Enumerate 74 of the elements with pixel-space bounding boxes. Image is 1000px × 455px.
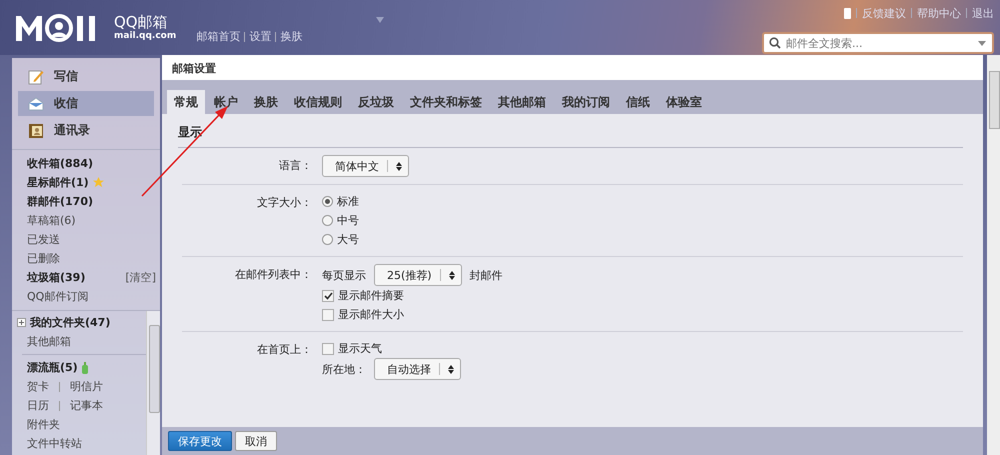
folder-link[interactable]: QQ邮件订阅 [27,289,88,304]
notepad-pencil-icon [28,68,44,84]
dropdown-select[interactable]: 25(推荐) [374,264,462,286]
save-button[interactable]: 保存更改 [168,431,232,451]
folder-link[interactable]: 星标邮件(1) [27,175,89,190]
updown-icon [448,364,454,374]
setting-label: 在邮件列表中： [234,267,313,283]
cancel-button[interactable]: 取消 [235,431,277,451]
setting-label: 语言： [278,158,313,174]
envelope-icon [28,96,44,110]
section-heading: 显示 [178,114,963,148]
folder-link[interactable]: 群邮件(170) [27,194,94,209]
scrollbar[interactable] [987,55,1000,455]
app-link[interactable]: 附件夹 [27,417,60,432]
settings-tab[interactable]: 文件夹和标签 [403,90,489,114]
settings-tab[interactable]: 信纸 [619,90,657,114]
app-link[interactable]: 文件中转站 [27,436,82,451]
nav-link[interactable]: 设置 [249,29,272,44]
app-link[interactable]: 明信片 [70,379,103,394]
settings-tab[interactable]: 换肤 [247,90,285,114]
nav-link[interactable]: 邮箱首页 [196,29,240,44]
setting-text: 封邮件 [470,268,503,282]
phone-icon[interactable] [844,8,851,18]
dropdown-select[interactable]: 简体中文 [322,155,409,177]
search-field[interactable]: 邮件全文搜索... [762,32,994,54]
settings-tab[interactable]: 体验室 [659,90,709,114]
bottle-icon [82,362,88,374]
settings-tab[interactable]: 其他邮箱 [491,90,553,114]
panel-title: 邮箱设置 [162,55,983,80]
setting-text: 每页显示 [322,268,366,282]
settings-tab[interactable]: 我的订阅 [555,90,617,114]
folder-link[interactable]: 其他邮箱 [27,334,71,349]
settings-tab[interactable]: 常规 [167,90,205,114]
nav-link[interactable]: 换肤 [280,29,302,44]
sidebar-action[interactable]: 写信 [18,64,154,89]
folder-link[interactable]: 我的文件夹(47) [30,315,110,330]
settings-tab[interactable]: 反垃圾 [351,90,401,114]
caret-icon[interactable] [376,17,384,23]
app-link[interactable]: 贺卡 [27,379,49,394]
scrollbar[interactable] [146,311,160,455]
dropdown-icon[interactable] [978,41,986,46]
folder-link[interactable]: 垃圾箱(39) [27,270,86,285]
radio-option[interactable]: 标准 [322,194,359,209]
dropdown-select[interactable]: 自动选择 [374,358,461,380]
app-link[interactable]: 记事本 [70,398,103,413]
setting-label: 在首页上： [256,342,313,358]
logo-title: QQ邮箱 [114,14,169,31]
top-link[interactable]: 退出 [972,6,994,20]
search-icon [769,37,781,49]
settings-tab[interactable]: 收信规则 [287,90,349,114]
logo-domain: mail.qq.com [114,31,176,41]
setting-text: 所在地： [322,362,366,376]
star-icon [92,177,104,188]
folder-link[interactable]: 已删除 [27,251,60,266]
expand-icon[interactable] [17,318,26,327]
folder-link[interactable]: 收件箱(884) [27,156,94,171]
checkbox-option[interactable]: 显示天气 [322,341,382,356]
radio-option[interactable]: 大号 [322,232,359,247]
sidebar-action[interactable]: 收信 [18,91,154,116]
folder-link[interactable]: 已发送 [27,232,60,247]
app-link[interactable]: 漂流瓶(5) [27,360,78,375]
app-link[interactable]: 日历 [27,398,49,413]
checkbox-option[interactable]: 显示邮件摘要 [322,288,404,303]
updown-icon [448,270,455,280]
check-icon [324,292,332,300]
radio-option[interactable]: 中号 [322,213,359,228]
settings-tab[interactable]: 帐户 [207,90,245,114]
empty-trash-link[interactable]: [清空] [125,270,156,285]
folder-link[interactable]: 草稿箱(6) [27,213,76,228]
checkbox-option[interactable]: 显示邮件大小 [322,307,404,322]
sidebar-action[interactable]: 通讯录 [18,118,154,143]
updown-icon [396,162,402,170]
setting-label: 文字大小： [256,195,313,211]
address-book-icon [28,122,44,138]
